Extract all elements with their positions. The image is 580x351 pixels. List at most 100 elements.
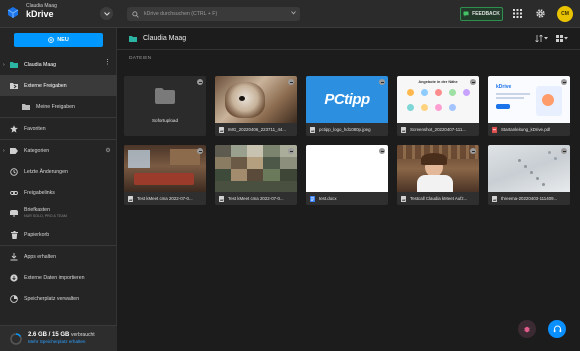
- sidebar-item-import-data[interactable]: Externe Daten importieren: [0, 267, 117, 288]
- new-button-label: NEU: [57, 37, 69, 43]
- expand-arrow-icon[interactable]: ›: [3, 62, 5, 68]
- page-title: Claudia Maag: [143, 35, 187, 42]
- sidebar-item-label: Freigabelinks: [24, 189, 55, 196]
- sidebar-item-trash[interactable]: Papierkorb: [0, 224, 117, 245]
- sidebar-item-label: Apps erhalten: [24, 253, 57, 260]
- file-card-image[interactable]: Testcall Claudia kMeet Aufz...: [397, 145, 479, 205]
- file-caption: Screenshot_20220407-111...: [397, 123, 479, 136]
- file-name: test.docx: [319, 196, 337, 201]
- file-caption: Testcall Claudia kMeet Aufz...: [397, 192, 479, 205]
- grid-view-icon: [556, 35, 563, 42]
- sidebar-item-favorites[interactable]: Favoriten: [0, 118, 117, 139]
- user-avatar[interactable]: CM: [557, 6, 573, 22]
- pdf-file-icon: [492, 126, 497, 133]
- chevron-down-icon[interactable]: [291, 11, 296, 15]
- card-menu-icon[interactable]: [288, 79, 294, 85]
- card-menu-icon[interactable]: [197, 148, 203, 154]
- card-menu-icon[interactable]: [470, 148, 476, 154]
- image-thumbnail-dog: [215, 76, 297, 123]
- sidebar-item-manage-storage[interactable]: Speicherplatz verwalten: [0, 288, 117, 309]
- image-file-icon: [401, 126, 406, 133]
- card-menu-icon[interactable]: [470, 79, 476, 85]
- file-card-image[interactable]: IMG_20220406_223711_44...: [215, 76, 297, 136]
- image-file-icon: [401, 195, 406, 202]
- card-menu-icon[interactable]: [379, 148, 385, 154]
- file-name: Test kMeet cma 2022-07-0...: [137, 196, 193, 201]
- drive-switcher-button[interactable]: [100, 7, 113, 20]
- drive-icon: [129, 36, 137, 42]
- brand[interactable]: Claudia Maag kDrive: [6, 4, 57, 19]
- file-card-image[interactable]: PCtipp pctipp_logo_hd1080p.jpeg: [306, 76, 388, 136]
- expand-arrow-icon[interactable]: ›: [3, 148, 5, 154]
- card-menu-icon[interactable]: [379, 79, 385, 85]
- link-icon: [10, 189, 18, 197]
- headset-icon: [553, 325, 561, 332]
- sidebar-item-label: Speicherplatz verwalten: [24, 295, 80, 302]
- sidebar-nav: › Claudia Maag ⋮ Externe Freigaben Meine…: [0, 54, 117, 309]
- sidebar-item-label: Papierkorb: [24, 231, 50, 238]
- card-menu-icon[interactable]: [197, 79, 203, 85]
- sidebar-item-label: Favoriten: [24, 125, 46, 132]
- sidebar-item-external-shares[interactable]: Externe Freigaben: [0, 75, 117, 96]
- gear-icon[interactable]: [105, 147, 111, 153]
- file-card-folder[interactable]: Sofortupload: [124, 76, 206, 136]
- file-caption: Test kMeet cma 2022-07-0...: [124, 192, 206, 205]
- top-header: Claudia Maag kDrive kDrive durchsuchen (…: [0, 0, 580, 28]
- bug-report-button[interactable]: [518, 320, 536, 338]
- kdrive-app: Claudia Maag kDrive kDrive durchsuchen (…: [0, 0, 580, 351]
- file-caption: threema-20220403-111409...: [488, 192, 570, 205]
- download-icon: [10, 252, 18, 261]
- file-name: Screenshot_20220407-111...: [410, 127, 466, 132]
- sidebar-item-my-shares[interactable]: Meine Freigaben: [0, 96, 117, 117]
- feedback-button[interactable]: FEEDBACK: [460, 7, 503, 21]
- feedback-label: FEEDBACK: [472, 11, 500, 17]
- file-name: Testcall Claudia kMeet Aufz...: [410, 196, 468, 201]
- sidebar-item-categories[interactable]: › Kategorien: [0, 140, 117, 161]
- storage-gauge-icon: [10, 332, 22, 345]
- sort-icon: [535, 35, 543, 42]
- image-file-icon: [219, 126, 224, 133]
- file-caption: Startanleitung_kDrive.pdf: [488, 123, 570, 136]
- image-file-icon: [128, 195, 133, 202]
- sidebar-item-recent-changes[interactable]: Letzte Änderungen: [0, 161, 117, 182]
- search-input[interactable]: kDrive durchsuchen (CTRL + F): [127, 7, 300, 21]
- sidebar-item-my-drive[interactable]: › Claudia Maag ⋮: [0, 54, 117, 75]
- file-card-doc[interactable]: test.docx: [306, 145, 388, 205]
- sort-button[interactable]: [535, 35, 548, 42]
- card-menu-icon[interactable]: [288, 148, 294, 154]
- view-mode-button[interactable]: [556, 35, 568, 42]
- sidebar-item-label: Externe Freigaben: [24, 82, 67, 89]
- file-card-image[interactable]: Test kMeet cma 2022-07-0...: [215, 145, 297, 205]
- mailbox-icon: [10, 210, 18, 218]
- image-thumbnail-pctipp-logo: PCtipp: [306, 76, 388, 123]
- image-thumbnail-living-room: [124, 145, 206, 192]
- file-name: pctipp_logo_hd1080p.jpeg: [319, 127, 371, 132]
- folder-name: Sofortupload: [151, 118, 179, 123]
- chevron-down-icon: [103, 11, 110, 16]
- storage-used-suffix: verbraucht: [71, 331, 95, 338]
- tag-icon: [10, 147, 18, 155]
- card-menu-icon[interactable]: [561, 148, 567, 154]
- main-content: Claudia Maag DATEIEN Sofortupload IMG_20…: [117, 28, 580, 351]
- new-button[interactable]: NEU: [14, 33, 103, 47]
- support-chat-button[interactable]: [548, 320, 566, 338]
- file-card-image[interactable]: Angebote in der Nähe Screenshot_20220407…: [397, 76, 479, 136]
- file-caption: test.docx: [306, 192, 388, 205]
- folder-icon: [155, 88, 175, 104]
- storage-usage: 2.6 GB / 15 GB verbraucht Mehr Speicherp…: [0, 325, 117, 351]
- more-options-icon[interactable]: ⋮: [104, 59, 111, 66]
- sidebar-item-mailbox[interactable]: Briefkasten NUR SOLO, PRO & TEAM: [0, 203, 117, 224]
- apps-grid-icon[interactable]: [513, 9, 522, 18]
- drive-icon: [10, 61, 18, 69]
- file-card-image[interactable]: Test kMeet cma 2022-07-0...: [124, 145, 206, 205]
- gear-icon[interactable]: [535, 8, 546, 19]
- card-menu-icon[interactable]: [561, 79, 567, 85]
- sidebar-item-get-apps[interactable]: Apps erhalten: [0, 246, 117, 267]
- file-card-pdf[interactable]: kDrive Startanleitung_kDrive.pdf: [488, 76, 570, 136]
- storage-icon: [10, 294, 18, 303]
- sidebar-item-share-links[interactable]: Freigabelinks: [0, 182, 117, 203]
- image-thumbnail-snow-tracks: [488, 145, 570, 192]
- clock-icon: [10, 167, 18, 176]
- get-more-storage-link[interactable]: Mehr Speicherplatz erhalten: [28, 339, 95, 345]
- file-card-image[interactable]: threema-20220403-111409...: [488, 145, 570, 205]
